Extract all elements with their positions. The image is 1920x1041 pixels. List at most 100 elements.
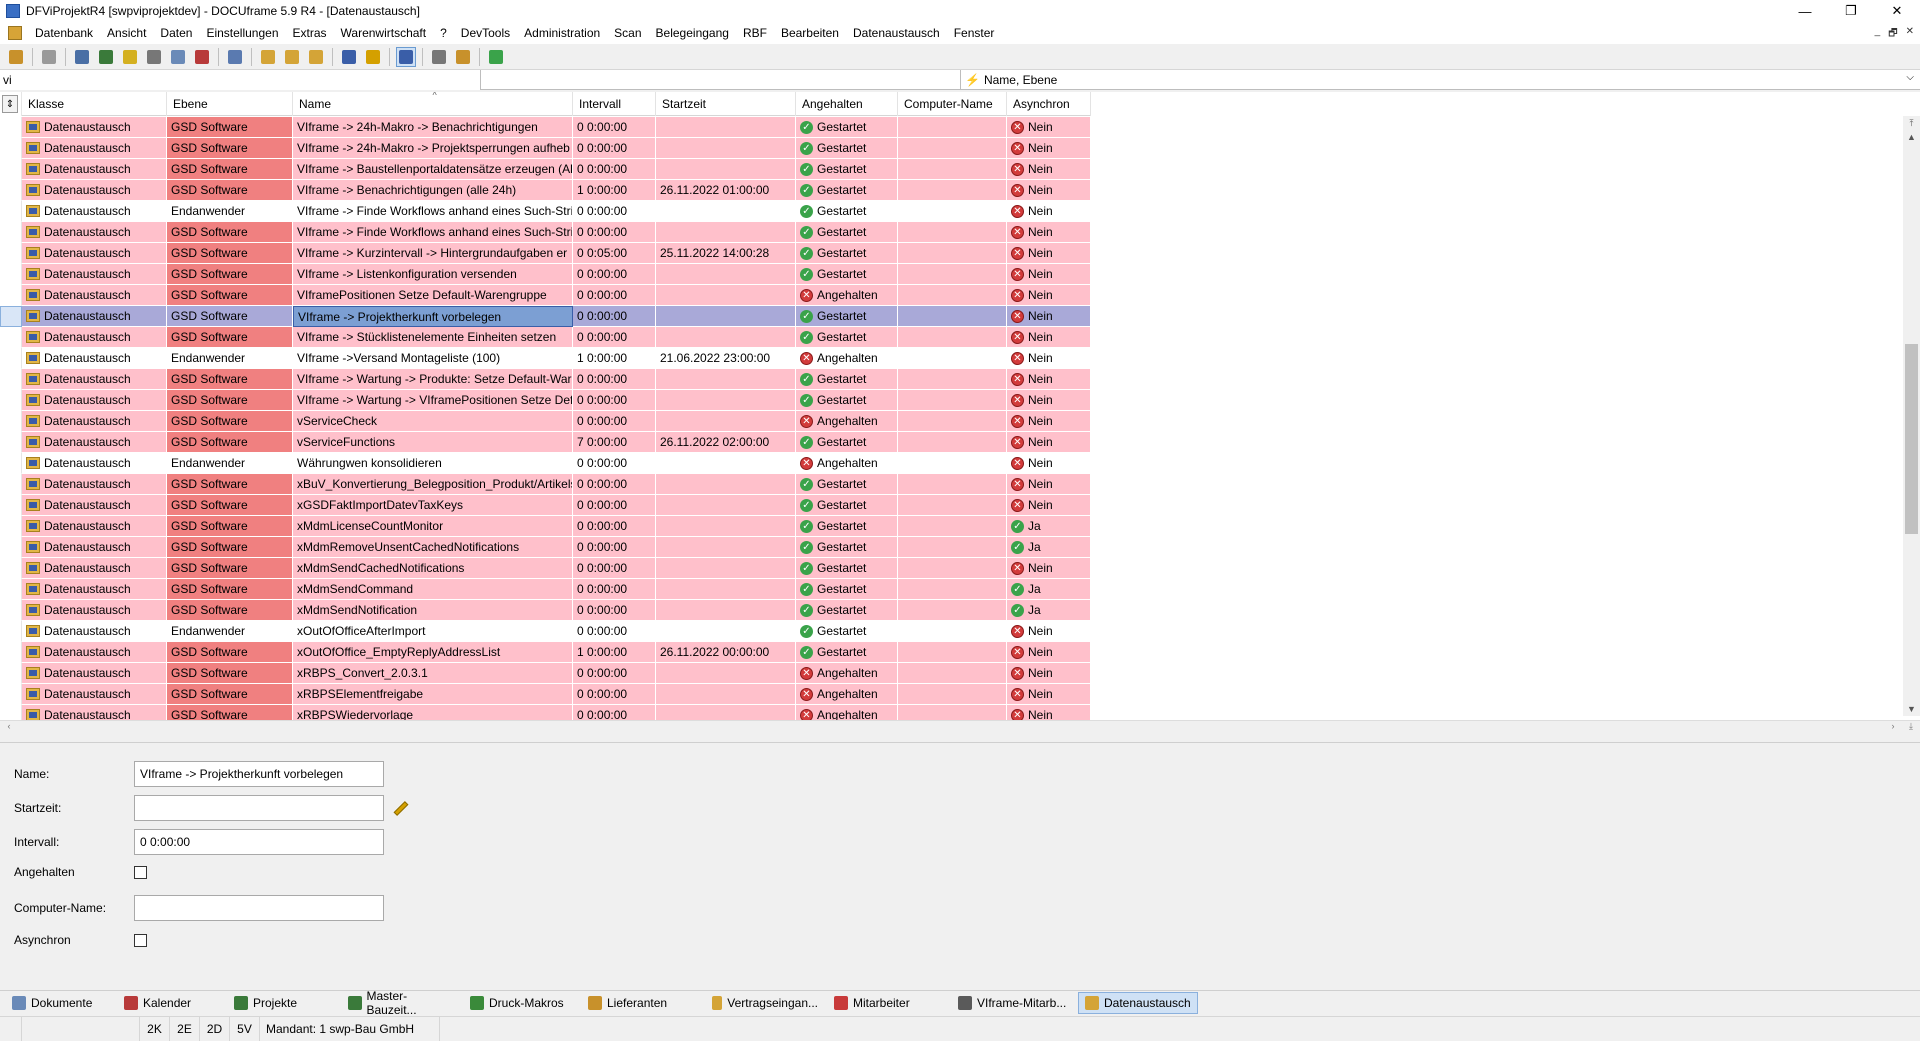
window-tab-master-bauzeit[interactable]: Master-Bauzeit... xyxy=(342,989,460,1017)
cell-name[interactable]: VIframe -> Wartung -> VIframePositionen … xyxy=(293,390,573,411)
check-pencil-button[interactable] xyxy=(486,47,506,67)
cell-async[interactable]: ✕ Nein xyxy=(1007,369,1091,390)
cell-async[interactable]: ✕ Nein xyxy=(1007,432,1091,453)
row-indicator[interactable] xyxy=(0,579,22,600)
chevron-down-icon[interactable]: ⌵ xyxy=(1906,72,1914,83)
cell-intervall[interactable]: 0 0:00:00 xyxy=(573,474,656,495)
cell-async[interactable]: ✓ Ja xyxy=(1007,516,1091,537)
cell-name[interactable]: VIframe -> Listenkonfiguration versenden xyxy=(293,264,573,285)
cell-angehalten[interactable]: ✓ Gestartet xyxy=(796,117,898,138)
cell-angehalten[interactable]: ✓ Gestartet xyxy=(796,180,898,201)
intervall-field[interactable]: 0 0:00:00 xyxy=(134,829,384,855)
cell-computer[interactable] xyxy=(898,390,1007,411)
cell-name[interactable]: xMdmLicenseCountMonitor xyxy=(293,516,573,537)
cell-intervall[interactable]: 0 0:00:00 xyxy=(573,159,656,180)
table-row[interactable]: Datenaustausch GSD Software vServiceCheck 0… xyxy=(0,411,1091,432)
scroll-right-icon[interactable]: › xyxy=(1886,721,1900,731)
menu-item-scan[interactable]: Scan xyxy=(607,26,648,40)
table-row[interactable]: Datenaustausch GSD Software VIframe -> Fin… xyxy=(0,222,1091,243)
cell-async[interactable]: ✕ Nein xyxy=(1007,663,1091,684)
name-field[interactable]: VIframe -> Projektherkunft vorbelegen xyxy=(134,761,384,787)
cell-computer[interactable] xyxy=(898,495,1007,516)
calendar-button[interactable] xyxy=(192,47,212,67)
cell-angehalten[interactable]: ✕ Angehalten xyxy=(796,285,898,306)
row-indicator[interactable] xyxy=(0,306,22,327)
cell-async[interactable]: ✕ Nein xyxy=(1007,327,1091,348)
row-indicator[interactable] xyxy=(0,201,22,222)
cell-async[interactable]: ✕ Nein xyxy=(1007,621,1091,642)
cell-async[interactable]: ✕ Nein xyxy=(1007,390,1091,411)
table-row[interactable]: Datenaustausch GSD Software VIframe -> Ben… xyxy=(0,180,1091,201)
cell-klasse[interactable]: Datenaustausch xyxy=(22,621,167,642)
cell-ebene[interactable]: GSD Software xyxy=(167,537,293,558)
menu-item-extras[interactable]: Extras xyxy=(286,26,334,40)
table-row[interactable]: Datenaustausch GSD Software VIframe -> War… xyxy=(0,369,1091,390)
cell-intervall[interactable]: 0 0:00:00 xyxy=(573,306,656,327)
table-row[interactable]: Datenaustausch GSD Software vServiceFuncti… xyxy=(0,432,1091,453)
horizontal-scrollbar[interactable]: ‹ › ⤓ xyxy=(0,720,1920,734)
cell-ebene[interactable]: GSD Software xyxy=(167,306,293,327)
cell-async[interactable]: ✕ Nein xyxy=(1007,495,1091,516)
cell-name[interactable]: VIframe -> 24h-Makro -> Projektsperrunge… xyxy=(293,138,573,159)
column-header-klasse[interactable]: Klasse xyxy=(22,92,167,116)
window-tab-viframe-mitarb[interactable]: VIframe-Mitarb... xyxy=(952,992,1074,1014)
column-header-startzeit[interactable]: Startzeit xyxy=(656,92,796,116)
cell-ebene[interactable]: GSD Software xyxy=(167,684,293,705)
cell-klasse[interactable]: Datenaustausch xyxy=(22,495,167,516)
sort-toggle-button[interactable]: ⇕ xyxy=(2,95,18,113)
row-indicator[interactable] xyxy=(0,369,22,390)
cell-ebene[interactable]: GSD Software xyxy=(167,138,293,159)
table-row[interactable]: Datenaustausch GSD Software VIframe -> Stü… xyxy=(0,327,1091,348)
cell-name[interactable]: xRBPSElementfreigabe xyxy=(293,684,573,705)
cell-angehalten[interactable]: ✓ Gestartet xyxy=(796,537,898,558)
table-row[interactable]: Datenaustausch GSD Software xBuV_Konvertie… xyxy=(0,474,1091,495)
cell-angehalten[interactable]: ✓ Gestartet xyxy=(796,474,898,495)
cell-startzeit[interactable]: 25.11.2022 14:00:28 xyxy=(656,243,796,264)
cell-angehalten[interactable]: ✓ Gestartet xyxy=(796,558,898,579)
cell-async[interactable]: ✕ Nein xyxy=(1007,243,1091,264)
cell-intervall[interactable]: 1 0:00:00 xyxy=(573,642,656,663)
menu-item-ansicht[interactable]: Ansicht xyxy=(100,26,153,40)
cell-async[interactable]: ✓ Ja xyxy=(1007,579,1091,600)
cell-klasse[interactable]: Datenaustausch xyxy=(22,663,167,684)
cell-name[interactable]: xBuV_Konvertierung_Belegposition_Produkt… xyxy=(293,474,573,495)
mdi-close-button[interactable]: ✕ xyxy=(1906,26,1914,43)
row-indicator[interactable] xyxy=(0,264,22,285)
cell-startzeit[interactable] xyxy=(656,495,796,516)
cell-ebene[interactable]: GSD Software xyxy=(167,432,293,453)
cell-async[interactable]: ✕ Nein xyxy=(1007,453,1091,474)
cell-name[interactable]: xOutOfOffice_EmptyReplyAddressList xyxy=(293,642,573,663)
table-row[interactable]: Datenaustausch GSD Software VIframe -> War… xyxy=(0,390,1091,411)
menu-item-warenwirtschaft[interactable]: Warenwirtschaft xyxy=(334,26,434,40)
asynchron-checkbox[interactable] xyxy=(134,933,147,947)
table-row[interactable]: Datenaustausch GSD Software xMdmLicenseCou… xyxy=(0,516,1091,537)
cell-intervall[interactable]: 0 0:00:00 xyxy=(573,537,656,558)
window-tab-druck-makros[interactable]: Druck-Makros xyxy=(464,992,578,1014)
cell-computer[interactable] xyxy=(898,306,1007,327)
cell-klasse[interactable]: Datenaustausch xyxy=(22,117,167,138)
menu-item-bearbeiten[interactable]: Bearbeiten xyxy=(774,26,846,40)
computer-name-field[interactable] xyxy=(134,895,384,921)
cell-startzeit[interactable] xyxy=(656,453,796,474)
cell-angehalten[interactable]: ✓ Gestartet xyxy=(796,306,898,327)
cell-klasse[interactable]: Datenaustausch xyxy=(22,390,167,411)
cell-startzeit[interactable] xyxy=(656,138,796,159)
cell-name[interactable]: VIframe -> Kurzintervall -> Hintergrunda… xyxy=(293,243,573,264)
menu-item-datenbank[interactable]: Datenbank xyxy=(28,26,100,40)
cell-klasse[interactable]: Datenaustausch xyxy=(22,411,167,432)
cell-async[interactable]: ✓ Ja xyxy=(1007,537,1091,558)
cell-computer[interactable] xyxy=(898,138,1007,159)
cell-angehalten[interactable]: ✓ Gestartet xyxy=(796,642,898,663)
table-row[interactable]: Datenaustausch Endanwender Währungwen kons… xyxy=(0,453,1091,474)
cell-intervall[interactable]: 0 0:00:00 xyxy=(573,264,656,285)
table-row[interactable]: Datenaustausch GSD Software xRBPS_Convert_… xyxy=(0,663,1091,684)
cell-klasse[interactable]: Datenaustausch xyxy=(22,348,167,369)
cell-ebene[interactable]: GSD Software xyxy=(167,600,293,621)
cell-ebene[interactable]: GSD Software xyxy=(167,327,293,348)
copy-button[interactable] xyxy=(168,47,188,67)
cell-name[interactable]: vServiceCheck xyxy=(293,411,573,432)
cell-async[interactable]: ✕ Nein xyxy=(1007,285,1091,306)
note-button[interactable] xyxy=(120,47,140,67)
tools-button[interactable] xyxy=(429,47,449,67)
row-indicator[interactable] xyxy=(0,138,22,159)
